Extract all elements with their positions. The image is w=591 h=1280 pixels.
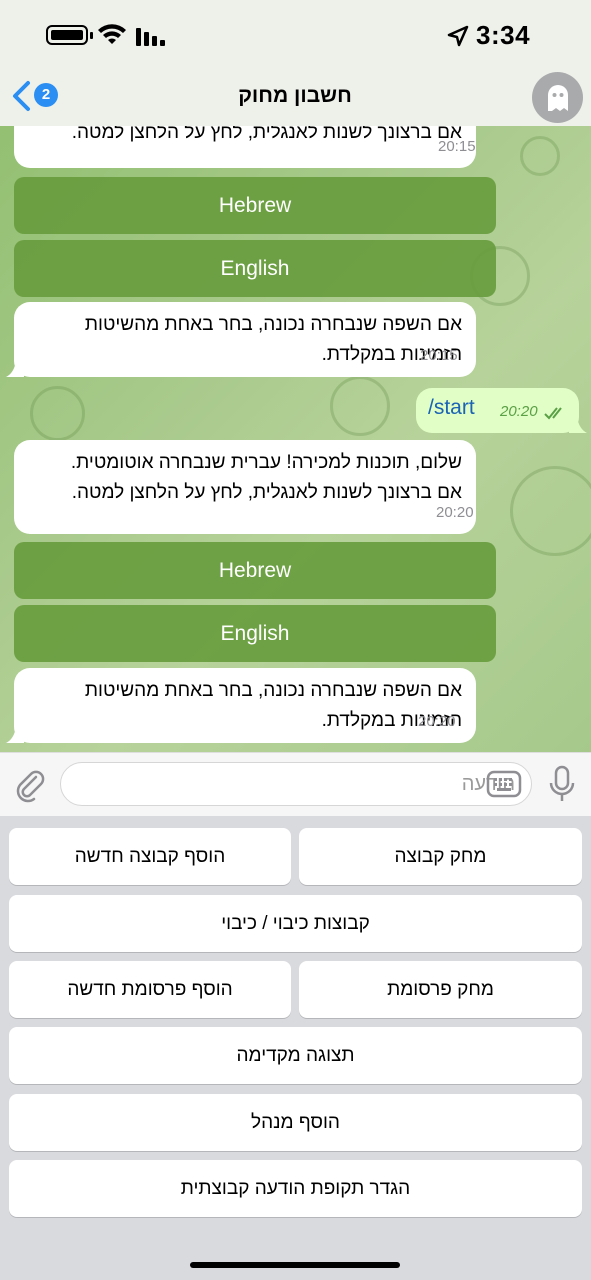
signal-icon [136, 28, 165, 46]
double-check-icon [544, 407, 562, 420]
bubble-tail [569, 417, 587, 433]
unread-badge[interactable]: 2 [34, 83, 58, 107]
message-time: 20:20 [500, 403, 538, 420]
incoming-message[interactable]: אם השפה שנבחרה נכונה, בחר באחת מהשיטות ה… [6, 302, 476, 377]
message-line: אם השפה שנבחרה נכונה, בחר באחת מהשיטות [84, 314, 462, 335]
composer [0, 752, 591, 816]
message-line: אם ברצונך לשנות לאנגלית, לחץ על הלחצן למ… [71, 482, 462, 503]
battery-icon [46, 25, 93, 45]
status-bar: 3:34 [0, 0, 591, 70]
bubble-tail [6, 727, 24, 743]
keyboard-icon[interactable] [486, 768, 522, 800]
inline-button-english[interactable]: English [14, 240, 496, 297]
chat-area[interactable]: אם ברצונך לשנות לאנגלית, לחץ על הלחצן למ… [0, 126, 591, 752]
inline-button-hebrew[interactable]: Hebrew [14, 177, 496, 234]
message-line: הזמינות במקלדת. [321, 710, 462, 731]
incoming-message[interactable]: אם ברצונך לשנות לאנגלית, לחץ על הלחצן למ… [14, 126, 476, 168]
set-group-message-period-button[interactable]: הגדר תקופת הודעה קבוצתית [9, 1160, 582, 1217]
location-arrow-icon [447, 25, 469, 47]
paperclip-icon[interactable] [14, 767, 46, 803]
bubble-tail [6, 361, 24, 377]
groups-toggle-button[interactable]: קבוצות כיבוי / כיבוי [9, 895, 582, 952]
back-chevron-icon[interactable] [10, 80, 32, 112]
message-input[interactable] [60, 762, 532, 806]
chat-header: 2 חשבון מחוק [0, 70, 591, 126]
incoming-message[interactable]: שלום, תוכנות למכירה! עברית שנבחרה אוטומט… [14, 440, 476, 534]
microphone-icon[interactable] [549, 765, 575, 803]
outgoing-message[interactable]: /start 20:20 [416, 388, 587, 433]
message-line: שלום, תוכנות למכירה! עברית שנבחרה אוטומט… [70, 452, 462, 473]
ghost-icon [548, 85, 568, 111]
background-doodle [30, 386, 85, 441]
home-indicator[interactable] [190, 1262, 400, 1268]
add-admin-button[interactable]: הוסף מנהל [9, 1094, 582, 1151]
message-line: הזמינות במקלדת. [321, 344, 462, 365]
inline-button-english[interactable]: English [14, 605, 496, 662]
message-time: 20:20 [418, 713, 456, 730]
message-time: 20:20 [436, 504, 474, 521]
chat-title[interactable]: חשבון מחוק [180, 84, 410, 108]
message-text: /start [428, 396, 475, 419]
add-new-post-button[interactable]: הוסף פרסומת חדשה [9, 961, 291, 1018]
background-doodle [510, 466, 591, 556]
status-time: 3:34 [476, 20, 531, 50]
background-doodle [330, 376, 390, 436]
message-time: 20:15 [438, 138, 476, 155]
wifi-icon [98, 24, 126, 44]
message-time: 20:15 [420, 347, 458, 364]
message-line: אם השפה שנבחרה נכונה, בחר באחת מהשיטות [84, 680, 462, 701]
add-new-group-button[interactable]: הוסף קבוצה חדשה [9, 828, 291, 885]
delete-group-button[interactable]: מחק קבוצה [299, 828, 582, 885]
inline-button-hebrew[interactable]: Hebrew [14, 542, 496, 599]
background-doodle [520, 136, 560, 176]
delete-post-button[interactable]: מחק פרסומת [299, 961, 582, 1018]
avatar[interactable] [532, 72, 583, 123]
message-text: אם ברצונך לשנות לאנגלית, לחץ על הלחצן למ… [71, 126, 462, 143]
reply-keyboard: מחק קבוצה הוסף קבוצה חדשה קבוצות כיבוי /… [0, 816, 591, 1280]
preview-button[interactable]: תצוגה מקדימה [9, 1027, 582, 1084]
incoming-message[interactable]: אם השפה שנבחרה נכונה, בחר באחת מהשיטות ה… [6, 668, 476, 743]
